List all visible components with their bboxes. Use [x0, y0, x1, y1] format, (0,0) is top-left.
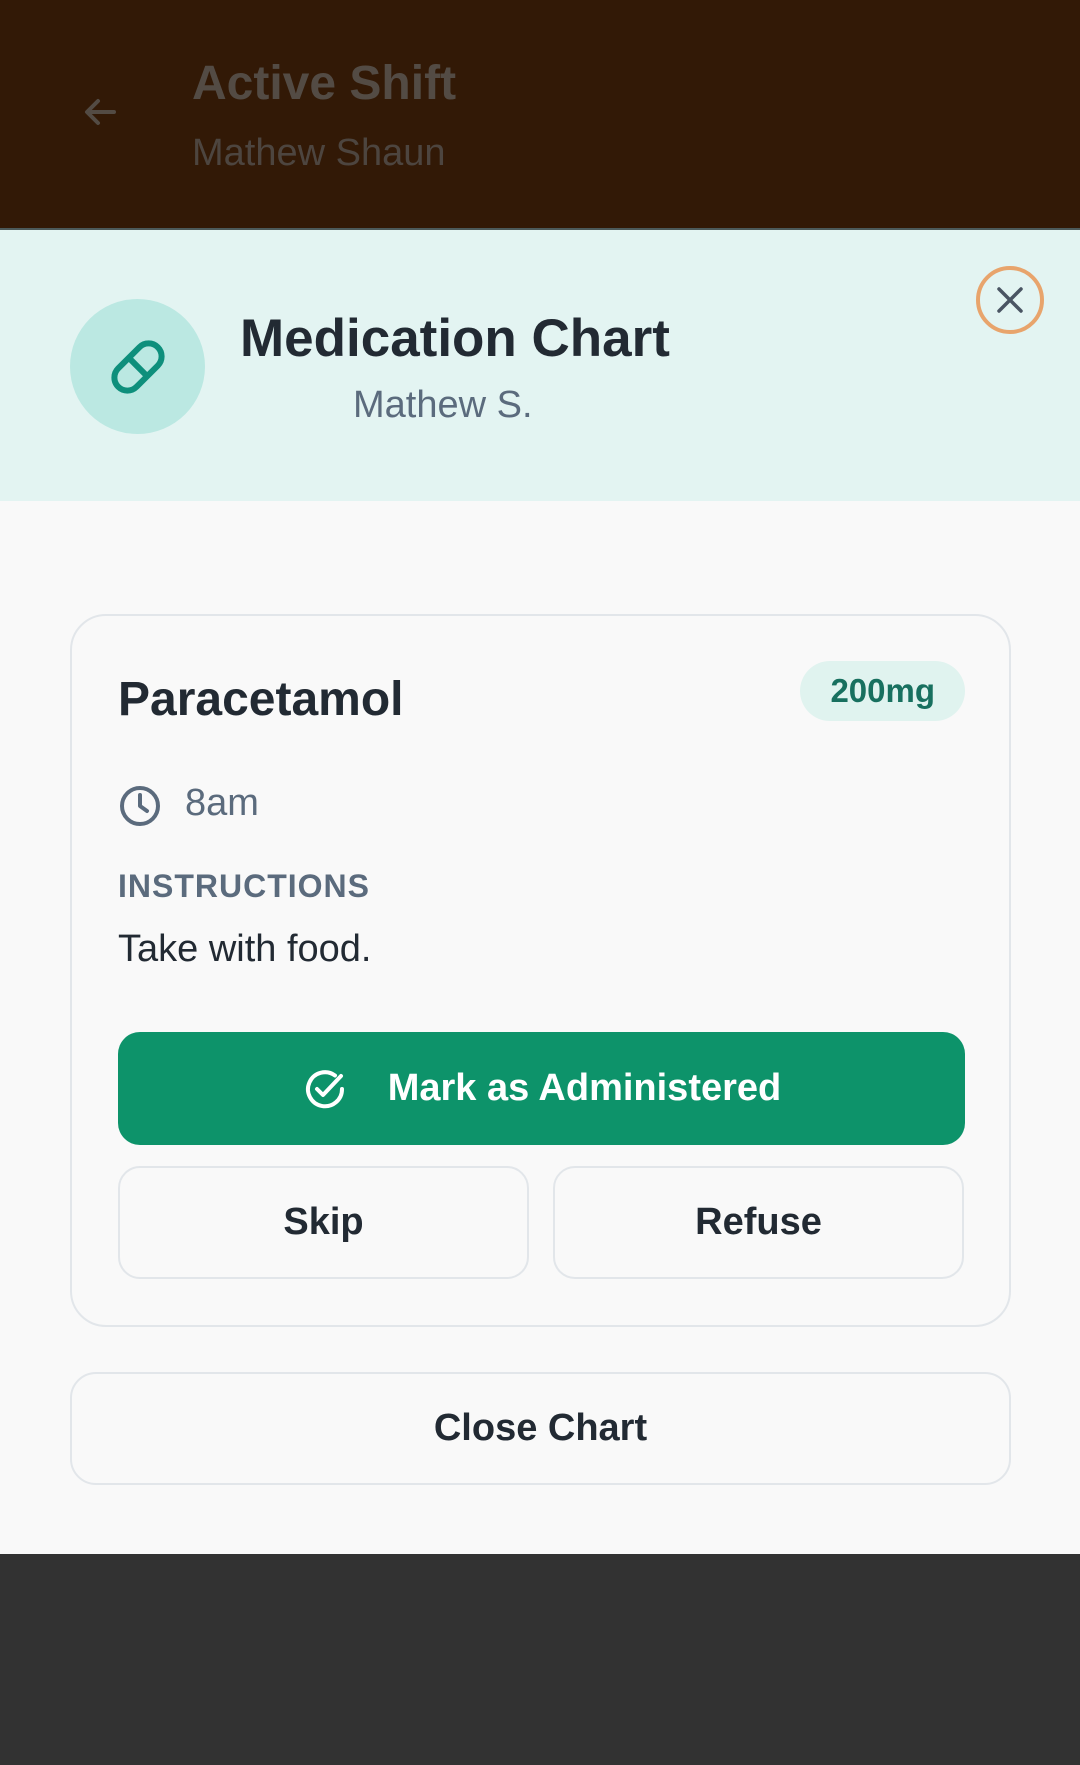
skip-button[interactable]: Skip	[118, 1166, 529, 1279]
mark-administered-label: Mark as Administered	[387, 1067, 782, 1109]
clock-icon	[120, 786, 160, 826]
instructions-text: Take with food.	[118, 928, 372, 970]
close-icon	[997, 287, 1023, 313]
refuse-label: Refuse	[695, 1201, 822, 1243]
sheet-subtitle: Mathew S.	[353, 384, 533, 426]
app-header: Active Shift Mathew Shaun	[0, 0, 1080, 228]
dose-time: 8am	[185, 782, 259, 824]
medication-sheet: Medication Chart Mathew S. Paracetamol 2…	[0, 230, 1080, 1554]
close-chart-button[interactable]: Close Chart	[70, 1372, 1011, 1485]
pill-icon	[111, 340, 165, 394]
check-circle-icon	[305, 1069, 344, 1108]
medication-name: Paracetamol	[118, 673, 404, 726]
page-title: Active Shift	[192, 57, 457, 110]
skip-label: Skip	[283, 1201, 364, 1243]
dose-badge: 200mg	[800, 661, 965, 721]
sheet-title: Medication Chart	[240, 309, 670, 368]
close-sheet-button[interactable]	[976, 266, 1044, 334]
sheet-header: Medication Chart Mathew S.	[0, 230, 1080, 501]
refuse-button[interactable]: Refuse	[553, 1166, 964, 1279]
page-subtitle: Mathew Shaun	[192, 132, 446, 174]
mark-administered-button[interactable]: Mark as Administered	[118, 1032, 965, 1145]
medication-card: Paracetamol 200mg 8am INSTRUCTIONS Take …	[70, 614, 1011, 1327]
instructions-heading: INSTRUCTIONS	[118, 868, 370, 904]
close-chart-label: Close Chart	[433, 1407, 648, 1449]
pill-badge	[70, 299, 205, 434]
back-arrow-icon[interactable]	[78, 90, 122, 134]
